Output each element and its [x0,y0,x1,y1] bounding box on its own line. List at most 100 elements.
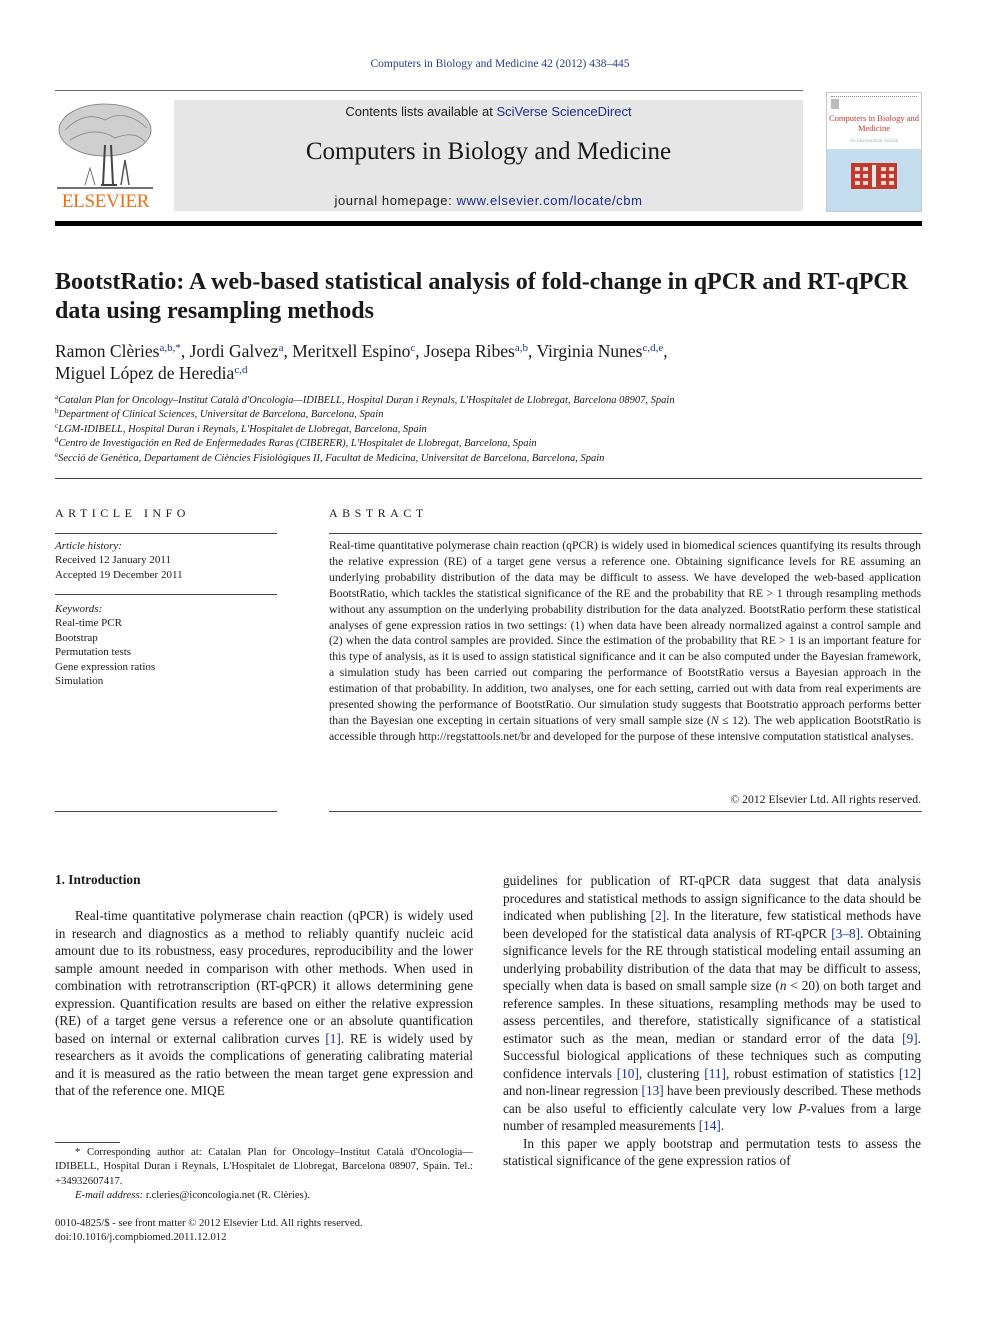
email-label: E-mail address: [75,1189,144,1202]
text-run: , robust estimation of statistics [725,1065,899,1081]
elsevier-tree-icon [57,103,153,189]
author: Virginia Nunes [536,341,643,361]
accepted-date: Accepted 19 December 2011 [55,568,183,581]
received-date: Received 12 January 2011 [55,554,171,567]
journal-citation[interactable]: Computers in Biology and Medicine 42 (20… [0,58,992,70]
cover-emblem-icon [831,99,839,109]
journal-cover-thumbnail[interactable]: Computers in Biology and Medicine An Int… [826,92,922,212]
keyword: Simulation [55,675,104,688]
reference-link[interactable]: [14] [699,1118,721,1133]
article-info-heading: ARTICLE INFO [55,506,190,520]
author-affiliation-marker[interactable]: c,d,e [643,342,664,354]
text-run: and non-linear regression [503,1083,642,1098]
author-separator: , [180,341,190,361]
abstract-heading: ABSTRACT [329,506,428,520]
keyword: Gene expression ratios [55,660,156,673]
journal-homepage-link[interactable]: www.elsevier.com/locate/cbm [457,193,643,208]
author-affiliation-marker[interactable]: a,b,* [160,342,181,354]
intro-paragraph-1-cont: guidelines for publication of RT-qPCR da… [503,872,921,1135]
abstract-copyright: © 2012 Elsevier Ltd. All rights reserved… [730,793,921,806]
keyword: Permutation tests [55,646,132,659]
affiliation: bDepartment of Clinical Sciences, Univer… [55,408,935,422]
article-history: Article history: Received 12 January 201… [55,539,277,582]
sciencedirect-link[interactable]: SciVerse ScienceDirect [496,104,631,119]
keywords-label: Keywords: [55,603,103,615]
corresponding-author-footnote: * Corresponding author at: Catalan Plan … [55,1145,473,1203]
text-run: , clustering [638,1065,705,1081]
reference-link[interactable]: [13] [642,1083,664,1098]
header-top-rule [55,90,803,91]
affiliation: dCentro de Investigación en Red de Enfer… [55,437,935,451]
text-run: Real-time quantitative polymerase chain … [55,908,473,1046]
journal-homepage-line: journal homepage: www.elsevier.com/locat… [174,193,803,208]
cover-title: Computers in Biology and Medicine [829,113,919,133]
abstract-rule-top [329,533,922,534]
article-info-rule-1 [55,533,277,534]
affiliation-rule [55,478,922,479]
author-affiliation-marker[interactable]: c,d [234,364,247,376]
contents-prefix: Contents lists available at [345,104,497,119]
article-info-rule-2 [55,594,277,595]
cover-art [827,149,921,211]
author-affiliation-marker[interactable]: a,b [515,342,528,354]
footnote-rule [55,1142,120,1143]
keyword: Real-time PCR [55,617,122,630]
intro-right-column: guidelines for publication of RT-qPCR da… [503,872,921,1170]
abstract-rule-bottom [329,811,922,812]
author-separator: , [415,341,424,361]
section-heading-introduction: 1. Introduction [55,872,141,887]
author-list: Ramon Clèriesa,b,*, Jordi Galveza, Merit… [55,340,925,384]
affiliation-text: Catalan Plan for Oncology–Institut Catal… [58,395,675,406]
affiliation-list: aCatalan Plan for Oncology–Institut Cata… [55,394,935,466]
n-symbol: n [779,978,787,993]
keywords: Keywords: Real-time PCR Bootstrap Permut… [55,602,277,688]
homepage-prefix: journal homepage: [334,193,457,208]
article-info-rule-3 [55,811,277,812]
reference-link[interactable]: [9] [902,1031,918,1046]
history-label: Article history: [55,540,122,552]
intro-paragraph-1: Real-time quantitative polymerase chain … [55,907,473,1100]
email-line: E-mail address: r.cleries@iconcologia.ne… [55,1188,473,1202]
intro-paragraph-2: In this paper we apply bootstrap and per… [503,1135,921,1169]
elsevier-wordmark: ELSEVIER [61,191,150,212]
reference-link[interactable]: [3–8] [831,926,860,941]
text-run: . [720,1118,725,1133]
contents-available-line: Contents lists available at SciVerse Sci… [174,104,803,119]
cover-issue-bar [831,96,917,99]
issn-line: 0010-4825/$ - see front matter © 2012 El… [55,1217,363,1229]
reference-link[interactable]: [1] [325,1031,341,1046]
reference-link[interactable]: [10] [617,1066,639,1081]
author: Meritxell Espino [292,341,411,361]
author: Miguel López de Heredia [55,363,235,383]
journal-title: Computers in Biology and Medicine [305,138,672,165]
article-title: BootstRatio: A web-based statistical ana… [55,269,909,324]
corresponding-author-text: * Corresponding author at: Catalan Plan … [55,1146,473,1187]
abstract-n-symbol: N [710,713,719,727]
affiliation-text: Department of Clinical Sciences, Univers… [58,409,384,421]
cover-caduceus-icon [851,163,897,189]
author-separator: , [663,341,668,361]
author: Josepa Ribes [423,341,515,361]
abstract-body-1: Real-time quantitative polymerase chain … [329,539,921,727]
affiliation: cLGM-IDIBELL, Hospital Duran i Reynals, … [55,422,935,437]
author: Jordi Galvez [189,341,279,361]
reference-link[interactable]: [2] [651,908,667,923]
front-matter: 0010-4825/$ - see front matter © 2012 El… [55,1216,475,1245]
affiliation: aCatalan Plan for Oncology–Institut Cata… [55,394,935,408]
reference-link[interactable]: [11] [704,1066,726,1081]
author-separator: , [283,341,293,361]
affiliation-text: Centro de Investigación en Red de Enferm… [58,438,537,450]
affiliation-text: Secció de Genètica, Departament de Ciènc… [58,452,605,464]
author: Ramon Clèries [55,341,160,361]
affiliation-text: LGM-IDIBELL, Hospital Duran i Reynals, L… [58,423,427,435]
journal-header: Contents lists available at SciVerse Sci… [174,100,803,211]
email-address[interactable]: r.cleries@iconcologia.net (R. Clèries). [143,1189,310,1201]
elsevier-logo[interactable]: ELSEVIER [53,100,158,212]
affiliation: eSecció de Genètica, Departament de Cièn… [55,451,935,466]
cover-subtitle: An International Journal [849,139,899,144]
intro-left-column: Real-time quantitative polymerase chain … [55,907,473,1100]
doi-line[interactable]: doi:10.1016/j.compbiomed.2011.12.012 [55,1230,475,1244]
reference-link[interactable]: [12] [899,1066,921,1081]
abstract-text: Real-time quantitative polymerase chain … [329,538,921,745]
keyword: Bootstrap [55,631,98,644]
